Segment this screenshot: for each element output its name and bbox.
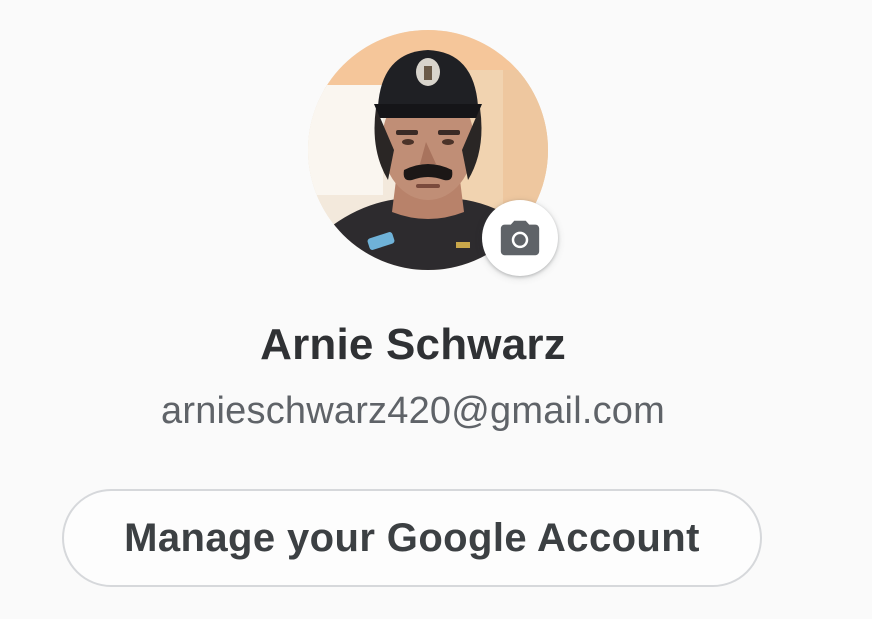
change-photo-button[interactable]: [482, 200, 558, 276]
account-name: Arnie Schwarz: [260, 320, 566, 369]
manage-account-button[interactable]: Manage your Google Account: [62, 489, 762, 587]
camera-icon: [500, 220, 540, 256]
account-card: Arnie Schwarz arnieschwarz420@gmail.com …: [0, 0, 872, 619]
account-email: arnieschwarz420@gmail.com: [161, 390, 665, 432]
